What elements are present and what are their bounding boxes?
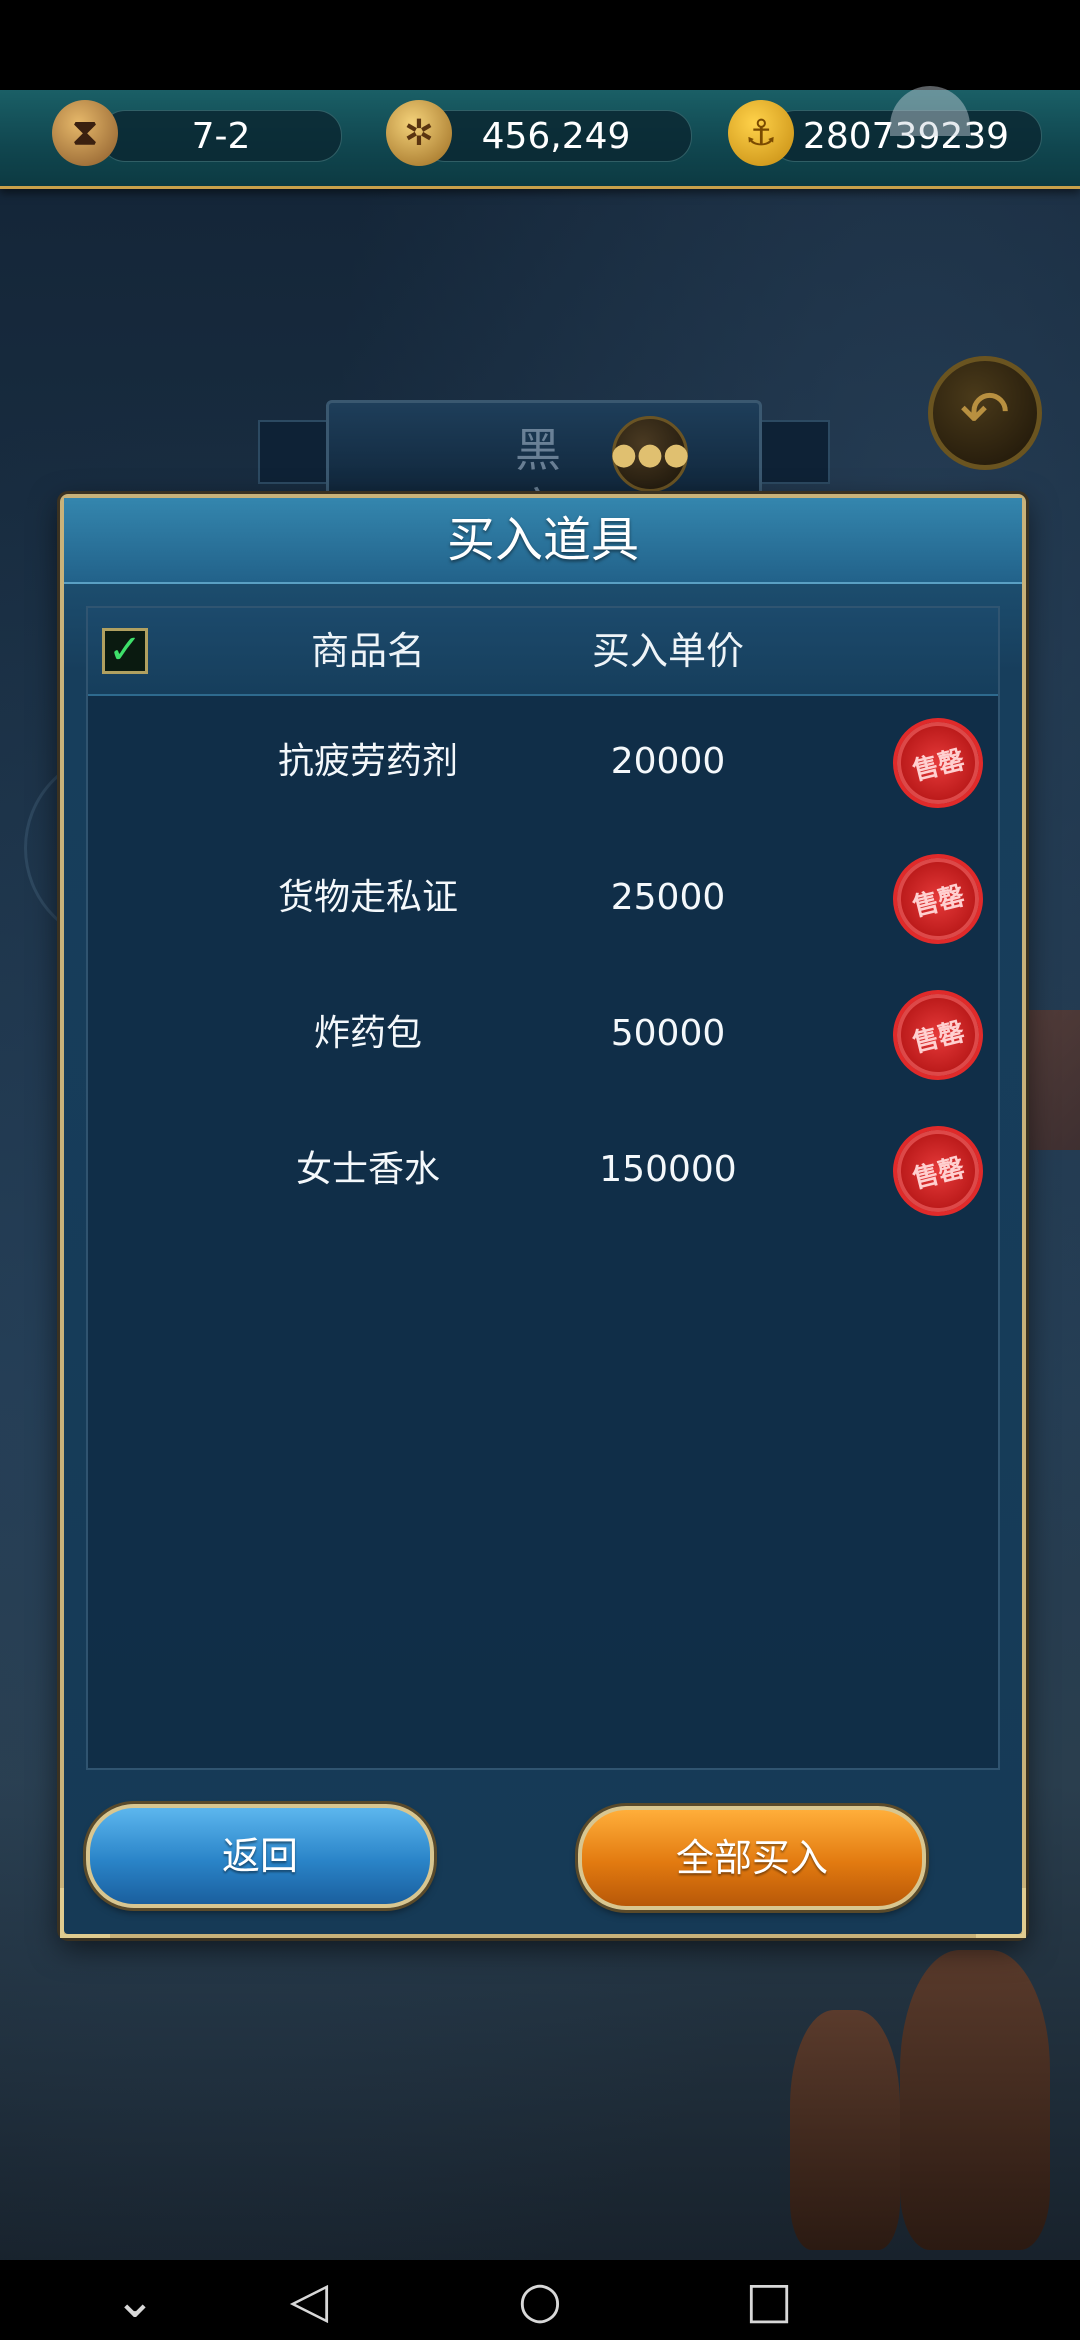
item-name: 货物走私证 <box>277 877 458 918</box>
item-price: 25000 <box>610 877 726 918</box>
home-circle-icon[interactable]: ○ <box>495 2260 585 2340</box>
item-row[interactable]: 货物走私证 25000 售罄 <box>88 830 998 966</box>
item-row[interactable]: 炸药包 50000 售罄 <box>88 966 998 1102</box>
sold-out-stamp: 售罄 <box>883 1116 993 1226</box>
background-pot <box>900 1950 1050 2250</box>
item-name: 抗疲劳药剂 <box>277 741 458 782</box>
collapse-icon[interactable]: ⌄ <box>90 2260 180 2340</box>
item-name: 炸药包 <box>313 1013 422 1054</box>
sold-out-stamp: 售罄 <box>883 708 993 818</box>
item-row[interactable]: 女士香水 150000 售罄 <box>88 1102 998 1238</box>
game-screen: 7-2 ⧗ 456,249 ✲ 280739239 ⚓ ↶ 黑 市 ●●● 买入… <box>0 0 1080 2340</box>
item-price: 150000 <box>599 1149 737 1190</box>
recents-square-icon[interactable]: □ <box>724 2260 814 2340</box>
compass-value: 456,249 <box>481 115 631 157</box>
list-header: ✓ 商品名 买入单价 <box>88 608 998 696</box>
status-bar <box>0 0 1080 90</box>
back-triangle-icon[interactable]: ◁ <box>264 2260 354 2340</box>
sold-out-stamp: 售罄 <box>883 980 993 1090</box>
compass-icon: ✲ <box>386 100 452 166</box>
sold-out-stamp: 售罄 <box>883 844 993 954</box>
navigation-bar: ⌄ ◁ ○ □ <box>0 2260 1080 2340</box>
column-header-price: 买入单价 <box>591 629 744 673</box>
stage-value: 7-2 <box>191 115 251 157</box>
compass-pill: 456,249 <box>420 110 692 162</box>
item-name: 女士香水 <box>295 1149 440 1190</box>
buy-items-dialog: 买入道具 ✓ 商品名 买入单价 抗疲劳药剂 20000 售罄 货物走私证 250… <box>60 494 1026 1938</box>
item-price: 50000 <box>610 1013 726 1054</box>
stage-pill: 7-2 <box>100 110 342 162</box>
back-button[interactable]: 返回 <box>86 1804 434 1908</box>
back-arrow-icon[interactable]: ↶ <box>928 356 1042 470</box>
background-pot <box>790 2010 900 2250</box>
select-all-checkbox[interactable]: ✓ <box>102 628 148 674</box>
item-row[interactable]: 抗疲劳药剂 20000 售罄 <box>88 694 998 830</box>
location-title: 黑 市 <box>515 423 585 537</box>
anchor-icon: ⚓ <box>728 100 794 166</box>
dialog-title: 买入道具 <box>446 512 639 568</box>
corner-ornament <box>976 1888 1026 1938</box>
buy-all-button[interactable]: 全部买入 <box>578 1806 926 1910</box>
column-header-name: 商品名 <box>310 629 425 673</box>
hourglass-icon: ⧗ <box>52 100 118 166</box>
banner-wing-left <box>258 420 332 484</box>
chat-icon[interactable]: ●●● <box>611 416 689 492</box>
item-price: 20000 <box>610 741 726 782</box>
banner-wing-right <box>756 420 830 484</box>
item-list-panel: ✓ 商品名 买入单价 抗疲劳药剂 20000 售罄 货物走私证 25000 售罄… <box>86 606 1000 1770</box>
